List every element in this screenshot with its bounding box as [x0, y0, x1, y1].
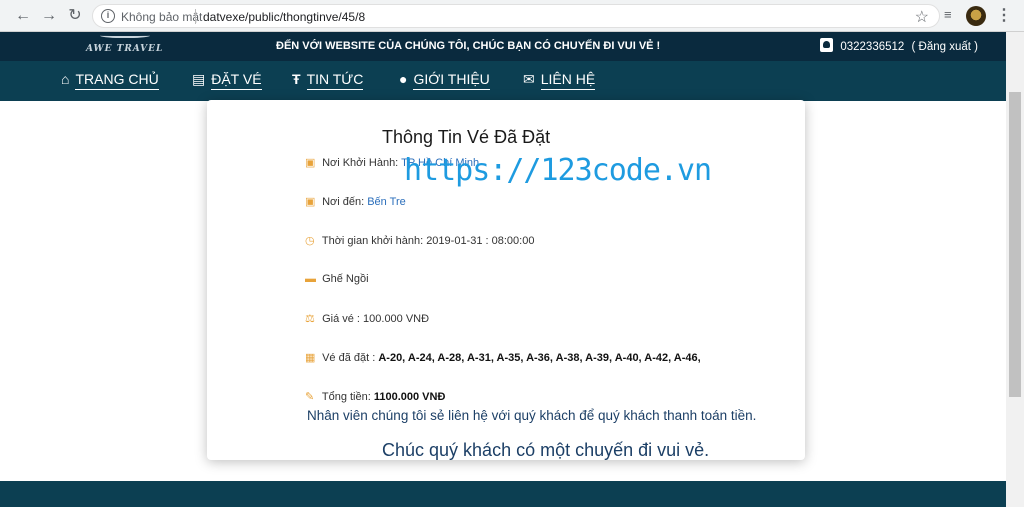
bookmark-star-icon[interactable]: ☆ — [915, 7, 929, 27]
clock-icon: ◷ — [305, 235, 315, 247]
nav-label: TRANG CHỦ — [75, 71, 159, 90]
departure-value: 2019-01-31 : 08:00:00 — [426, 235, 535, 247]
nav-label: ĐẶT VÉ — [211, 71, 262, 90]
seat-type: Ghế Ngồi — [322, 273, 369, 285]
browser-toolbar: ← → ↻ i Không bảo mật datvexe/public/tho… — [0, 0, 1024, 32]
mail-icon: ✉ — [523, 71, 535, 87]
booked-seats: A-20, A-24, A-28, A-31, A-35, A-36, A-38… — [378, 352, 701, 364]
price-value: 100.000 VNĐ — [363, 313, 430, 325]
scrollbar-thumb[interactable] — [1009, 92, 1021, 397]
user-phone: 0322336512 — [840, 41, 905, 53]
booked-row: ▦ Vé đã đặt : A-20, A-24, A-28, A-31, A-… — [305, 351, 701, 364]
bus-icon: ▣ — [305, 157, 316, 169]
info-icon: ● — [399, 71, 408, 87]
site-logo[interactable]: AWE TRAVEL — [86, 44, 163, 54]
price-row: ⚖ Giá vé : 100.000 VNĐ — [305, 312, 429, 325]
list-icon: ▤ — [192, 71, 206, 87]
url-text[interactable]: datvexe/public/thongtinve/45/8 — [203, 10, 365, 24]
gavel-icon: ✎ — [305, 391, 315, 403]
destination-label: Nơi đến: — [322, 196, 365, 208]
nav-item-home[interactable]: ⌂ TRANG CHỦ — [61, 71, 159, 90]
farewell-message: Chúc quý khách có một chuyến đi vui vẻ. — [382, 440, 710, 460]
nav-label: GIỚI THIỆU — [413, 71, 490, 90]
profile-avatar[interactable] — [966, 6, 986, 26]
logo-mark — [100, 32, 150, 38]
departure-row: ◷ Thời gian khởi hành: 2019-01-31 : 08:0… — [305, 234, 534, 247]
welcome-marquee: ĐẾN VỚI WEBSITE CỦA CHÚNG TÔI, CHÚC BẠN … — [276, 40, 661, 52]
seat-type-row: ▬ Ghế Ngồi — [305, 273, 369, 285]
nav-item-about[interactable]: ● GIỚI THIỆU — [399, 71, 490, 90]
booked-label: Vé đã đặt : — [322, 352, 376, 364]
home-icon: ⌂ — [61, 71, 70, 87]
price-label: Giá vé : — [322, 313, 360, 325]
destination-value[interactable]: Bến Tre — [367, 196, 406, 208]
payment-notice: Nhân viên chúng tôi sẻ liên hệ với quý k… — [307, 408, 757, 423]
back-arrow-icon[interactable]: ← — [12, 5, 34, 27]
ticket-title: Thông Tin Vé Đã Đặt — [382, 127, 551, 147]
site-footer — [0, 481, 1006, 507]
bus-icon: ▣ — [305, 196, 316, 208]
total-label: Tổng tiền: — [321, 391, 371, 403]
security-label[interactable]: Không bảo mật — [121, 10, 202, 24]
menu-kebab-icon[interactable]: ⋮ — [996, 6, 1012, 26]
nav-label: TIN TỨC — [306, 71, 364, 90]
info-icon[interactable]: i — [101, 9, 115, 23]
media-control-icon[interactable]: ≡ — [944, 8, 960, 22]
address-separator — [195, 9, 196, 24]
nav-item-contact[interactable]: ✉ LIÊN HỆ — [523, 71, 596, 90]
total-row: ✎ Tổng tiền: 1100.000 VNĐ — [305, 390, 445, 403]
nav-label: LIÊN HỆ — [540, 71, 596, 90]
logout-link[interactable]: ( Đăng xuất ) — [912, 41, 978, 53]
main-navbar: ⌂ TRANG CHỦ ▤ ĐẶT VÉ Ŧ TIN TỨC ● GIỚI THIỆU … — [0, 61, 1006, 101]
site-topbar: AWE TRAVEL ĐẾN VỚI WEBSITE CỦA CHÚNG TÔI… — [0, 32, 1006, 61]
watermark: https://123code.vn — [404, 153, 712, 188]
seat-icon: ▬ — [305, 273, 316, 285]
departure-label: Thời gian khởi hành: — [321, 235, 424, 247]
balance-scale-icon: ⚖ — [305, 313, 315, 325]
destination-row: ▣ Nơi đến: Bến Tre — [305, 195, 406, 208]
id-card-icon: ▦ — [305, 352, 316, 364]
reload-icon[interactable]: ↻ — [64, 5, 86, 27]
forward-arrow-icon[interactable]: → — [38, 5, 60, 27]
origin-label: Nơi Khởi Hành: — [322, 157, 399, 169]
text-icon: Ŧ — [292, 71, 301, 87]
total-value: 1100.000 VNĐ — [373, 391, 446, 403]
user-area: 0322336512 ( Đăng xuất ) — [820, 38, 978, 53]
contact-icon — [820, 38, 834, 52]
nav-item-news[interactable]: Ŧ TIN TỨC — [292, 71, 364, 90]
nav-item-booking[interactable]: ▤ ĐẶT VÉ — [192, 71, 262, 90]
address-bar[interactable]: i Không bảo mật datvexe/public/thongtinv… — [92, 4, 940, 28]
